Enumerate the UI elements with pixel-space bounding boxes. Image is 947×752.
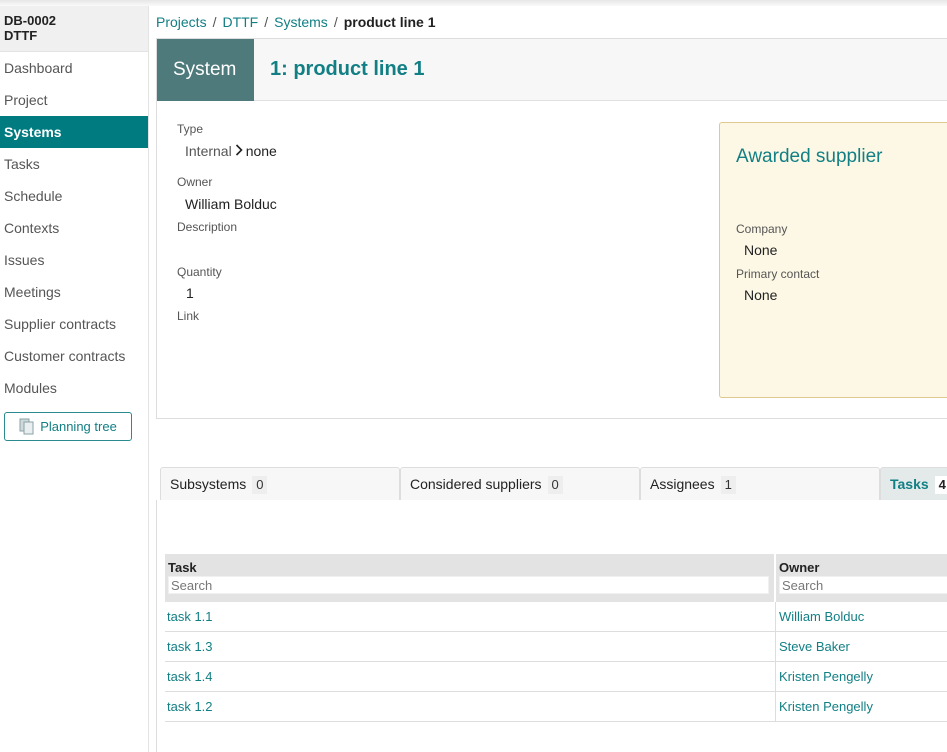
tab-considered-suppliers[interactable]: Considered suppliers 0 (400, 467, 640, 501)
link-label: Link (177, 309, 200, 323)
column-header-task[interactable]: Task (165, 554, 774, 576)
tab-label: Considered suppliers (410, 476, 542, 492)
task-link[interactable]: task 1.2 (167, 692, 213, 722)
count-badge: 1 (720, 476, 736, 494)
sidebar-item-meetings[interactable]: Meetings (0, 276, 148, 308)
sidebar-item-dashboard[interactable]: Dashboard (0, 52, 148, 84)
task-link[interactable]: task 1.4 (167, 662, 213, 692)
sidebar-item-modules[interactable]: Modules (0, 372, 148, 404)
sidebar-item-project[interactable]: Project (0, 84, 148, 116)
owner-search-input[interactable] (779, 576, 947, 594)
tab-bar: Subsystems 0 Considered suppliers 0 Assign… (160, 467, 947, 501)
system-label: System (157, 39, 254, 101)
tab-assignees[interactable]: Assignees 1 (640, 467, 880, 501)
tab-subsystems[interactable]: Subsystems 0 (160, 467, 400, 501)
table-row: task 1.3 Steve Baker (165, 632, 947, 662)
quantity-value: 1 (186, 285, 194, 301)
table-header: Task Owner (165, 554, 947, 602)
sidebar-item-issues[interactable]: Issues (0, 244, 148, 276)
count-badge: 0 (547, 476, 563, 494)
awarded-supplier-title: Awarded supplier (736, 146, 883, 167)
system-card: System 1: product line 1 Type Internal n… (156, 38, 947, 419)
type-value: Internal none (185, 143, 277, 159)
owner-link[interactable]: Kristen Pengelly (775, 662, 873, 692)
tasks-table: Task Owner task 1.1 William Bolduc task … (165, 554, 947, 722)
owner-link[interactable]: Kristen Pengelly (775, 692, 873, 722)
document-copy-icon (19, 418, 35, 435)
awarded-supplier-panel: Awarded supplier Company None Primary co… (719, 122, 947, 398)
table-row: task 1.4 Kristen Pengelly (165, 662, 947, 692)
count-badge: 4 (934, 476, 947, 494)
type-main: Internal (185, 143, 232, 159)
sidebar-item-systems[interactable]: Systems (0, 116, 148, 148)
tab-label: Tasks (890, 476, 929, 492)
table-row: task 1.2 Kristen Pengelly (165, 692, 947, 722)
type-sub: none (245, 143, 277, 159)
sidebar-item-tasks[interactable]: Tasks (0, 148, 148, 180)
column-task: Task (165, 554, 774, 602)
tab-tasks[interactable]: Tasks 4 (880, 467, 947, 501)
column-header-owner[interactable]: Owner (776, 554, 947, 576)
sidebar-item-supplier-contracts[interactable]: Supplier contracts (0, 308, 148, 340)
planning-tree-label: Planning tree (40, 419, 117, 434)
project-header[interactable]: DB-0002 DTTF (0, 6, 148, 52)
primary-contact-value: None (744, 287, 778, 303)
chevron-right-icon (235, 143, 243, 159)
breadcrumb-systems[interactable]: Systems (274, 14, 328, 30)
column-owner: Owner (776, 554, 947, 602)
breadcrumb: Projects / DTTF / Systems / product line 1 (156, 14, 436, 30)
breadcrumb-current: product line 1 (343, 14, 436, 30)
planning-tree-button[interactable]: Planning tree (4, 412, 132, 441)
sidebar-item-customer-contracts[interactable]: Customer contracts (0, 340, 148, 372)
owner-link[interactable]: William Bolduc (775, 602, 864, 632)
system-card-header: System 1: product line 1 (157, 39, 947, 101)
sidebar-item-schedule[interactable]: Schedule (0, 180, 148, 212)
type-label: Type (177, 122, 204, 136)
company-label: Company (736, 222, 788, 236)
company-value: None (744, 242, 778, 258)
breadcrumb-dttf[interactable]: DTTF (222, 14, 258, 30)
breadcrumb-separator: / (264, 14, 269, 30)
project-code: DB-0002 (4, 13, 57, 28)
owner-value: William Bolduc (185, 196, 277, 212)
sidebar-nav: Dashboard Project Systems Tasks Schedule… (0, 52, 148, 404)
description-label: Description (177, 220, 238, 234)
primary-contact-label: Primary contact (736, 267, 820, 281)
tab-label: Assignees (650, 476, 715, 492)
table-row: task 1.1 William Bolduc (165, 602, 947, 632)
task-link[interactable]: task 1.1 (167, 602, 213, 632)
sidebar-item-contexts[interactable]: Contexts (0, 212, 148, 244)
project-name: DTTF (4, 28, 38, 43)
quantity-label: Quantity (177, 265, 222, 279)
breadcrumb-separator: / (212, 14, 217, 30)
tab-label: Subsystems (170, 476, 247, 492)
owner-link[interactable]: Steve Baker (775, 632, 850, 662)
task-link[interactable]: task 1.3 (167, 632, 213, 662)
count-badge: 0 (252, 476, 268, 494)
breadcrumb-projects[interactable]: Projects (156, 14, 207, 30)
breadcrumb-separator: / (333, 14, 338, 30)
owner-label: Owner (177, 175, 213, 189)
sidebar: DB-0002 DTTF Dashboard Project Systems T… (0, 6, 149, 752)
page-title: 1: product line 1 (270, 58, 425, 80)
task-search-input[interactable] (168, 576, 769, 594)
